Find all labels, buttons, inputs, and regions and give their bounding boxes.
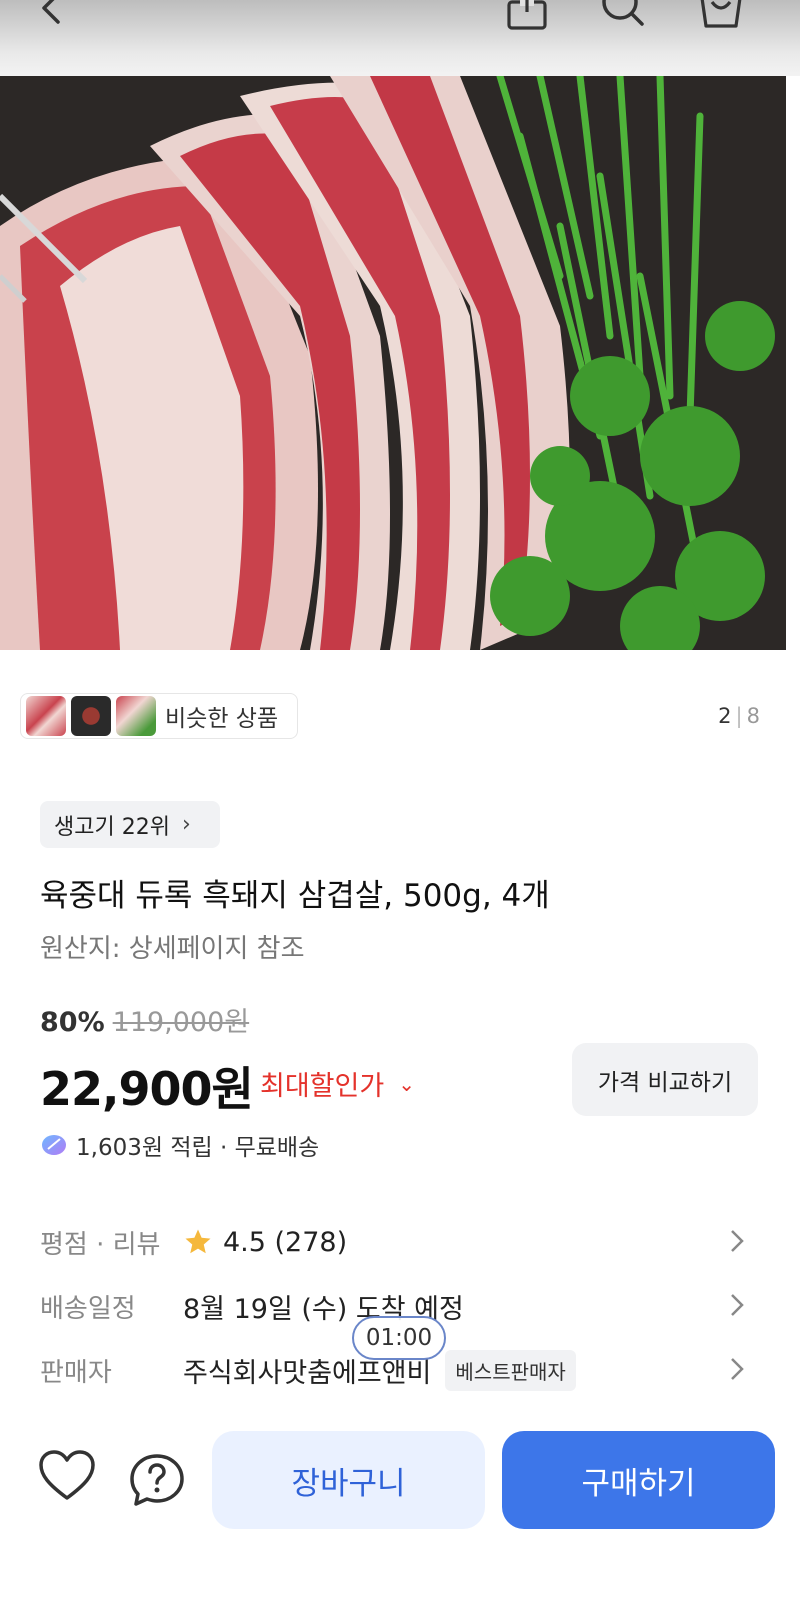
add-to-cart-button[interactable]: 장바구니 [212,1431,485,1529]
product-title: 육중대 듀록 흑돼지 삼겹살, 500g, 4개 [40,878,550,914]
bag-icon[interactable] [696,0,746,32]
similar-thumb-2 [71,696,111,736]
similar-thumb-3 [116,696,156,736]
discount-line: 80% 119,000원 [40,1000,249,1039]
points-shipping-line: 1,603원 적립 · 무료배송 [40,1128,319,1162]
rating-review-row[interactable]: 평점 · 리뷰 4.5 (278) [40,1218,760,1266]
chevron-right-icon: › [181,812,191,837]
delivery-label: 배송일정 [40,1293,136,1324]
similar-products-chip[interactable]: 비슷한 상품 [20,693,298,739]
original-price: 119,000원 [112,1007,250,1038]
max-discount-toggle[interactable]: 최대할인가 ⌄ [260,1064,415,1103]
points-shipping-text: 1,603원 적립 · 무료배송 [76,1135,320,1161]
compare-price-button[interactable]: 가격 비교하기 [572,1043,758,1116]
image-total: 8 [746,704,760,728]
top-bar [0,0,800,76]
sale-price: 22,900원 [40,1062,254,1116]
chevron-right-icon [731,1358,744,1380]
heart-icon[interactable] [38,1450,96,1502]
category-rank-label: 생고기 22위 [54,814,170,840]
image-index: 2 [718,704,732,728]
best-seller-badge: 베스트판매자 [445,1349,576,1391]
image-counter: 2 | 8 [718,704,760,728]
question-icon[interactable] [128,1452,186,1508]
search-icon[interactable] [598,0,648,30]
seller-label: 판매자 [40,1357,112,1388]
chevron-down-icon: ⌄ [398,1071,415,1096]
similar-thumb-1 [26,696,66,736]
chevron-right-icon [731,1294,744,1316]
coin-icon [42,1135,66,1155]
product-origin: 원산지: 상세페이지 참조 [40,934,305,964]
category-rank-chip[interactable]: 생고기 22위 › [40,801,220,848]
max-discount-label: 최대할인가 [260,1071,385,1102]
similar-products-label: 비슷한 상품 [165,706,279,732]
chevron-right-icon [731,1230,744,1252]
back-icon[interactable] [30,0,70,30]
rating-label: 평점 · 리뷰 [40,1229,161,1260]
star-icon [185,1229,211,1254]
product-image[interactable] [0,76,786,650]
timer-overlay: 01:00 [352,1316,446,1360]
rating-value: 4.5 (278) [223,1226,348,1258]
buy-now-button[interactable]: 구매하기 [502,1431,775,1529]
discount-percent: 80% [40,1007,105,1038]
share-icon[interactable] [504,0,550,32]
